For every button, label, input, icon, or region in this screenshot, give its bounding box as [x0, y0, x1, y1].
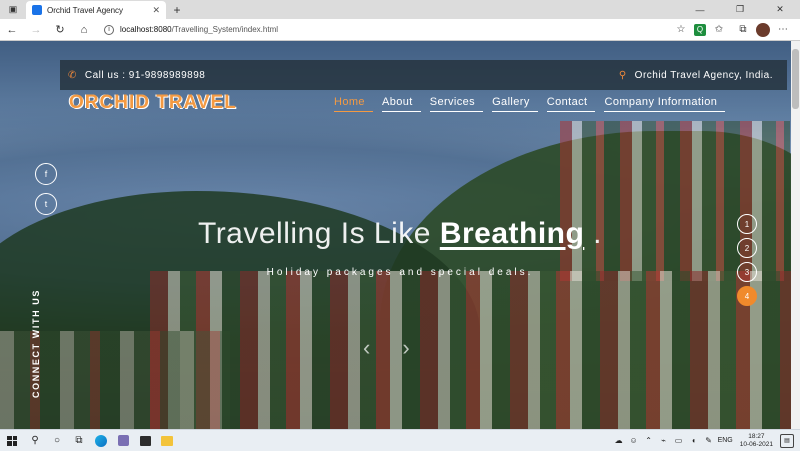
- tab-close-icon[interactable]: ✕: [152, 5, 160, 16]
- window-controls: — ❐ ✕: [680, 0, 800, 19]
- nav-gallery[interactable]: Gallery: [492, 96, 538, 112]
- hero-title: Travelling Is Like Breathing .: [0, 217, 800, 251]
- phone-text: Call us : 91-9898989898: [84, 69, 206, 81]
- minimize-button[interactable]: —: [680, 0, 720, 19]
- chevron-up-icon[interactable]: ⌃: [643, 436, 655, 445]
- network-icon[interactable]: ⌁: [658, 436, 670, 445]
- people-icon[interactable]: ☺: [628, 436, 640, 445]
- clock[interactable]: 18:27 10-06-2021: [740, 433, 773, 449]
- windows-taskbar: ⚲ ○ ⧉ ☁ ☺ ⌃ ⌁ ▭ ◖ ✎ ENG 18:27 10-06-2021…: [0, 429, 800, 451]
- battery-icon[interactable]: ▭: [673, 436, 685, 445]
- location-pin-icon: ⚲: [618, 69, 627, 81]
- taskbar-terminal[interactable]: [134, 430, 156, 451]
- page-scrollbar[interactable]: [791, 41, 800, 429]
- slider-pagination: 1 2 3 4: [737, 214, 757, 306]
- nav-company-information[interactable]: Company Information: [604, 96, 726, 112]
- edge-icon: [95, 434, 107, 447]
- facebook-icon[interactable]: f: [35, 163, 57, 185]
- browser-tab-bar: ▣ Orchid Travel Agency ✕ + — ❐ ✕: [0, 0, 800, 19]
- terminal-icon: [139, 435, 151, 446]
- phone-icon: ✆: [68, 69, 77, 81]
- slider-arrows: ‹ ›: [363, 335, 410, 361]
- slider-prev-icon[interactable]: ‹: [363, 335, 370, 361]
- maximize-button[interactable]: ❐: [720, 0, 760, 19]
- scrollbar-thumb[interactable]: [792, 49, 799, 109]
- favicon-icon: [32, 5, 42, 15]
- favorite-star-icon[interactable]: ☆: [670, 24, 692, 35]
- slider-next-icon[interactable]: ›: [402, 335, 409, 361]
- profile-avatar[interactable]: [756, 22, 770, 37]
- collections-icon[interactable]: ⧉: [732, 24, 754, 35]
- connect-with-us-label: CONNECT WITH US: [31, 289, 41, 398]
- hero-section: ✆ Call us : 91-9898989898 ⚲ Orchid Trave…: [0, 41, 800, 429]
- slider-dot-1[interactable]: 1: [737, 214, 757, 234]
- nav-about[interactable]: About: [381, 96, 421, 112]
- nav-home[interactable]: Home: [334, 96, 373, 112]
- weather-icon[interactable]: ☁: [613, 436, 625, 445]
- site-info-icon[interactable]: i: [104, 24, 114, 35]
- clock-date: 10-06-2021: [739, 440, 773, 448]
- slider-dot-3[interactable]: 3: [737, 262, 757, 282]
- window-menu-icon[interactable]: ▣: [0, 0, 26, 19]
- new-tab-button[interactable]: +: [166, 0, 188, 19]
- close-window-button[interactable]: ✕: [760, 0, 800, 19]
- taskbar-explorer[interactable]: [156, 430, 178, 451]
- brand-logo[interactable]: ORCHID TRAVEL: [69, 92, 237, 114]
- taskbar-edge[interactable]: [90, 430, 112, 451]
- social-links: f t: [35, 163, 57, 215]
- home-icon[interactable]: ⌂: [72, 24, 96, 36]
- system-tray: ☁ ☺ ⌃ ⌁ ▭ ◖ ✎ ENG 18:27 10-06-2021 ▤: [613, 433, 800, 449]
- hero-title-strong: Breathing: [439, 217, 585, 250]
- slider-dot-4[interactable]: 4: [737, 286, 757, 306]
- notification-icon[interactable]: ▤: [780, 433, 794, 448]
- hero-subtitle: Holiday packages and special deals.: [266, 267, 534, 278]
- cortana-icon[interactable]: ○: [46, 430, 68, 451]
- extension-q-icon[interactable]: Q: [694, 23, 706, 36]
- location-text: Orchid Travel Agency, India.: [634, 69, 773, 81]
- back-icon[interactable]: ←: [0, 24, 24, 36]
- search-icon[interactable]: ⚲: [24, 430, 46, 451]
- top-info-bar: ✆ Call us : 91-9898989898 ⚲ Orchid Trave…: [60, 60, 787, 90]
- pen-icon[interactable]: ✎: [703, 436, 715, 445]
- forward-icon[interactable]: →: [24, 24, 48, 36]
- nav-services[interactable]: Services: [429, 96, 484, 112]
- tab-title: Orchid Travel Agency: [47, 5, 124, 15]
- url-host: localhost:8080: [120, 25, 172, 34]
- taskbar-app[interactable]: [112, 430, 134, 451]
- task-view-icon[interactable]: ⧉: [68, 430, 90, 451]
- hero-title-tail: .: [593, 217, 603, 250]
- volume-icon[interactable]: ◖: [688, 436, 700, 445]
- app-icon: [117, 435, 129, 446]
- hero-title-lead: Travelling Is Like: [197, 217, 431, 250]
- browser-tab[interactable]: Orchid Travel Agency ✕: [26, 1, 166, 19]
- twitter-icon[interactable]: t: [35, 193, 57, 215]
- url-path: /Travelling_System/index.html: [171, 25, 279, 34]
- refresh-icon[interactable]: ↻: [48, 23, 72, 36]
- main-navigation: Home About Services Gallery Contact Comp…: [334, 96, 726, 112]
- windows-logo-icon: [7, 435, 17, 446]
- folder-icon: [161, 435, 173, 446]
- clock-time: 18:27: [748, 432, 765, 440]
- browser-toolbar: ☆ Q ✩ ⧉ ⋯: [670, 22, 800, 37]
- url-field[interactable]: i localhost:8080/Travelling_System/index…: [104, 22, 604, 38]
- language-indicator[interactable]: ENG: [718, 437, 733, 444]
- background-town: [150, 271, 800, 429]
- address-bar: ← → ↻ ⌂ i localhost:8080/Travelling_Syst…: [0, 19, 800, 41]
- nav-contact[interactable]: Contact: [546, 96, 596, 112]
- favorites-icon[interactable]: ✩: [708, 24, 730, 35]
- slider-dot-2[interactable]: 2: [737, 238, 757, 258]
- start-button[interactable]: [0, 430, 24, 451]
- more-menu-icon[interactable]: ⋯: [772, 24, 794, 35]
